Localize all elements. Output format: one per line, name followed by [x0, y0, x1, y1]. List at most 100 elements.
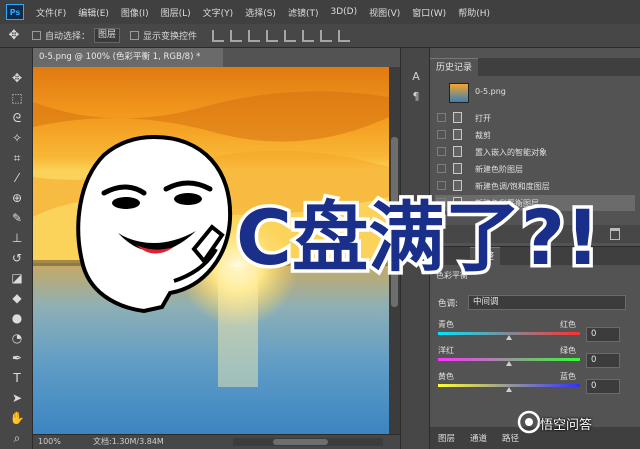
slider-left-label: 洋红 [438, 346, 454, 355]
trash-icon[interactable] [610, 228, 620, 240]
history-step-icon [453, 146, 462, 157]
tab-layers[interactable]: 图层 [438, 432, 455, 444]
magenta-green-slider[interactable]: 洋红 绿色 0 [436, 345, 636, 371]
menu-bar: Ps 文件(F) 编辑(E) 图像(I) 图层(L) 文字(Y) 选择(S) 滤… [0, 0, 640, 24]
history-item-label: 新建色阶图层 [475, 165, 523, 174]
menu-select[interactable]: 选择(S) [239, 6, 282, 19]
character-panel-icon[interactable]: A [409, 70, 423, 84]
history-item[interactable]: 打开 [435, 110, 635, 126]
watermark-text: 悟空问答 [540, 418, 593, 433]
marquee-icon[interactable]: ⬚ [9, 90, 25, 106]
meme-caption: C盘满了?! [233, 190, 604, 283]
slider-right-label: 绿色 [560, 346, 576, 355]
caption-text: C盘满了?! [236, 193, 600, 282]
slider-value[interactable]: 0 [586, 379, 620, 394]
yellow-blue-slider[interactable]: 黄色 蓝色 0 [436, 371, 636, 397]
photoshop-logo: Ps [6, 4, 24, 20]
paragraph-panel-icon[interactable]: ¶ [409, 90, 423, 104]
history-step-icon [453, 129, 462, 140]
snapshot-thumbnail [449, 83, 469, 103]
slider-knob[interactable] [506, 361, 512, 366]
slider-right-label: 红色 [560, 320, 576, 329]
lasso-icon[interactable]: ᘓ [9, 110, 25, 126]
slider-value[interactable]: 0 [586, 327, 620, 342]
slider-left-label: 青色 [438, 320, 454, 329]
align-right-icon[interactable] [248, 29, 261, 42]
healing-brush-icon[interactable]: ⊕ [9, 190, 25, 206]
history-item-label: 置入嵌入的智能对象 [475, 148, 547, 157]
align-top-icon[interactable] [266, 29, 279, 42]
history-tab[interactable]: 历史记录 [430, 58, 479, 76]
align-middle-icon[interactable] [284, 29, 297, 42]
history-item[interactable]: 置入嵌入的智能对象 [435, 144, 635, 160]
slider-right-label: 蓝色 [560, 372, 576, 381]
history-item[interactable]: 裁剪 [435, 127, 635, 143]
horizontal-scroll-thumb[interactable] [273, 439, 328, 445]
cyan-red-slider[interactable]: 青色 红色 0 [436, 319, 636, 345]
history-checkbox[interactable] [437, 164, 446, 173]
align-left-icon[interactable] [212, 29, 225, 42]
slider-knob[interactable] [506, 387, 512, 392]
menu-file[interactable]: 文件(F) [30, 6, 72, 19]
menu-help[interactable]: 帮助(H) [452, 6, 496, 19]
brush-icon[interactable]: ✎ [9, 210, 25, 226]
path-selection-icon[interactable]: ➤ [9, 390, 25, 406]
menu-type[interactable]: 文字(Y) [197, 6, 240, 19]
horizontal-scrollbar[interactable] [233, 438, 383, 446]
history-item-label: 打开 [475, 114, 491, 123]
paint-bucket-icon[interactable]: ◆ [9, 290, 25, 306]
eyedropper-icon[interactable]: ⁄ [9, 170, 25, 186]
distribute-h-icon[interactable] [338, 29, 351, 42]
crop-icon[interactable]: ⌗ [9, 150, 25, 166]
menu-3d[interactable]: 3D(D) [324, 7, 363, 17]
menu-layer[interactable]: 图层(L) [155, 6, 197, 19]
blur-icon[interactable]: ● [9, 310, 25, 326]
options-bar: ✥ 自动选择： 图层 显示变换控件 [0, 24, 640, 48]
menu-filter[interactable]: 滤镜(T) [282, 6, 325, 19]
menu-window[interactable]: 窗口(W) [406, 6, 452, 19]
hand-icon[interactable]: ✋ [9, 410, 25, 426]
pen-icon[interactable]: ✒ [9, 350, 25, 366]
eraser-icon[interactable]: ◪ [9, 270, 25, 286]
auto-select-checkbox[interactable] [32, 31, 41, 40]
history-checkbox[interactable] [437, 147, 446, 156]
history-checkbox[interactable] [437, 113, 446, 122]
meme-face-sticker [76, 134, 233, 313]
tools-panel: ✥ ⬚ ᘓ ✧ ⌗ ⁄ ⊕ ✎ ⊥ ↺ ◪ ◆ ● ◔ ✒ T ➤ ✋ ⌕ [0, 48, 33, 449]
dodge-icon[interactable]: ◔ [9, 330, 25, 346]
tone-dropdown[interactable]: 中间调 [468, 295, 626, 310]
history-step-icon [453, 163, 462, 174]
type-icon[interactable]: T [9, 370, 25, 386]
status-bar: 100% 文档:1.30M/3.84M [33, 434, 400, 449]
document-tab[interactable]: 0-5.png @ 100% (色彩平衡 1, RGB/8) * [33, 48, 223, 67]
tone-label: 色调: [438, 299, 458, 309]
snapshot-label: 0-5.png [475, 87, 506, 96]
zoom-icon[interactable]: ⌕ [9, 430, 25, 446]
history-brush-icon[interactable]: ↺ [9, 250, 25, 266]
document-tabs: 0-5.png @ 100% (色彩平衡 1, RGB/8) * [33, 48, 400, 67]
menu-edit[interactable]: 编辑(E) [72, 6, 115, 19]
history-item[interactable]: 新建色阶图层 [435, 161, 635, 177]
clone-stamp-icon[interactable]: ⊥ [9, 230, 25, 246]
history-checkbox[interactable] [437, 130, 446, 139]
slider-left-label: 黄色 [438, 372, 454, 381]
transform-controls-checkbox[interactable] [130, 31, 140, 40]
menu-view[interactable]: 视图(V) [363, 6, 406, 19]
history-snapshot[interactable]: 0-5.png [435, 80, 635, 106]
tab-channels[interactable]: 通道 [470, 432, 487, 444]
document-size: 文档:1.30M/3.84M [93, 437, 164, 446]
align-bottom-icon[interactable] [302, 29, 315, 42]
slider-value[interactable]: 0 [586, 353, 620, 368]
move-icon[interactable]: ✥ [9, 70, 25, 86]
menu-image[interactable]: 图像(I) [115, 6, 155, 19]
align-buttons [209, 29, 353, 42]
magic-wand-icon[interactable]: ✧ [9, 130, 25, 146]
auto-select-dropdown[interactable]: 图层 [94, 28, 121, 43]
zoom-level[interactable]: 100% [38, 435, 61, 449]
slider-knob[interactable] [506, 335, 512, 340]
history-step-icon [453, 112, 462, 123]
align-center-icon[interactable] [230, 29, 243, 42]
transform-controls-label: 显示变换控件 [143, 32, 198, 42]
move-tool-icon[interactable]: ✥ [6, 28, 22, 44]
distribute-icon[interactable] [320, 29, 333, 42]
